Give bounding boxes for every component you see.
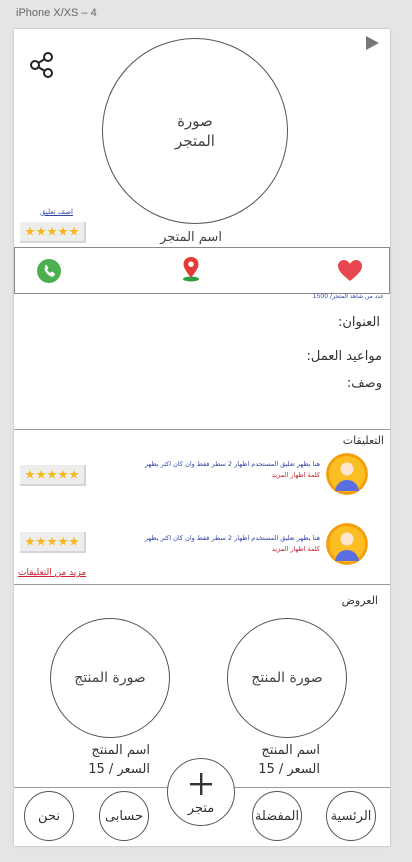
star-icon (69, 226, 79, 236)
star-icon (47, 469, 57, 479)
tab-favorites-label: المفضلة (254, 808, 300, 824)
tab-store[interactable]: متجر (167, 758, 235, 826)
comment-text: هنا يظهر تعليق المستخدم اظهار 2 سطر فقط … (144, 534, 320, 542)
share-icon[interactable] (28, 51, 56, 79)
play-icon[interactable] (364, 35, 380, 51)
store-photo-label-line2: المتجر (175, 132, 215, 150)
address-label: العنوان: (337, 315, 380, 330)
star-icon (58, 536, 68, 546)
tab-home[interactable]: الرئسية (326, 791, 376, 841)
tab-home-label: الرئسية (330, 808, 372, 824)
product-info: اسم المنتج السعر / 15 (44, 741, 150, 779)
star-icon (58, 469, 68, 479)
divider (14, 584, 390, 585)
offers-title: العروض (341, 594, 378, 607)
more-comments-link[interactable]: مزيد من التعليقات (18, 568, 86, 578)
star-icon (25, 226, 35, 236)
star-icon (47, 536, 57, 546)
tab-favorites[interactable]: المفضلة (252, 791, 302, 841)
location-pin-icon[interactable] (181, 256, 201, 282)
star-icon (69, 469, 79, 479)
product-photo[interactable]: صورة المنتج (227, 618, 347, 738)
action-bar (14, 247, 390, 294)
store-photo: صورة المتجر (102, 38, 288, 224)
star-icon (36, 469, 46, 479)
store-rating (20, 222, 86, 243)
comment-rating (20, 465, 86, 486)
views-counter: عدد من شاهد المتجر/ 1500 (312, 293, 384, 300)
star-icon (58, 226, 68, 236)
comment-text: هنا يظهر تعليق المستخدم اظهار 2 سطر فقط … (144, 460, 320, 468)
store-page: صورة المتجر اضف تعليق اسم المتجر عدد من … (14, 29, 390, 846)
tab-about[interactable]: نحن (24, 791, 74, 841)
product-photo-label: صورة المنتج (74, 670, 146, 686)
description-label: وصف: (346, 376, 382, 391)
product-photo[interactable]: صورة المنتج (50, 618, 170, 738)
star-icon (47, 226, 57, 236)
tab-about-label: نحن (38, 808, 60, 824)
star-icon (25, 536, 35, 546)
comments-title: التعليقات (342, 434, 384, 447)
phone-icon[interactable] (37, 259, 61, 283)
star-icon (69, 536, 79, 546)
show-more-link[interactable]: كلمة اظهار المزيد (104, 544, 320, 555)
star-icon (25, 469, 35, 479)
product-name: اسم المنتج (91, 743, 150, 758)
show-more-link[interactable]: كلمة اظهار المزيد (104, 470, 320, 481)
tab-account-label: حسابى (104, 808, 144, 824)
heart-icon[interactable] (337, 259, 363, 282)
store-name: اسم المتجر (160, 230, 222, 245)
add-review-link[interactable]: اضف تعليق (40, 208, 73, 216)
comment-rating (20, 532, 86, 553)
store-photo-label-line1: صورة (177, 112, 213, 130)
artboard-label: iPhone X/XS – 4 (16, 7, 97, 19)
star-icon (36, 536, 46, 546)
commenter-avatar (326, 453, 368, 495)
product-photo-label: صورة المنتج (251, 670, 323, 686)
plus-icon (189, 772, 213, 796)
tab-account[interactable]: حسابى (99, 791, 149, 841)
product-price: السعر / 15 (88, 762, 150, 777)
commenter-avatar (326, 523, 368, 565)
tab-store-label: متجر (187, 801, 215, 816)
working-hours-label: مواعيد العمل: (306, 349, 382, 364)
product-name: اسم المنتج (261, 743, 320, 758)
star-icon (36, 226, 46, 236)
divider (14, 429, 390, 430)
